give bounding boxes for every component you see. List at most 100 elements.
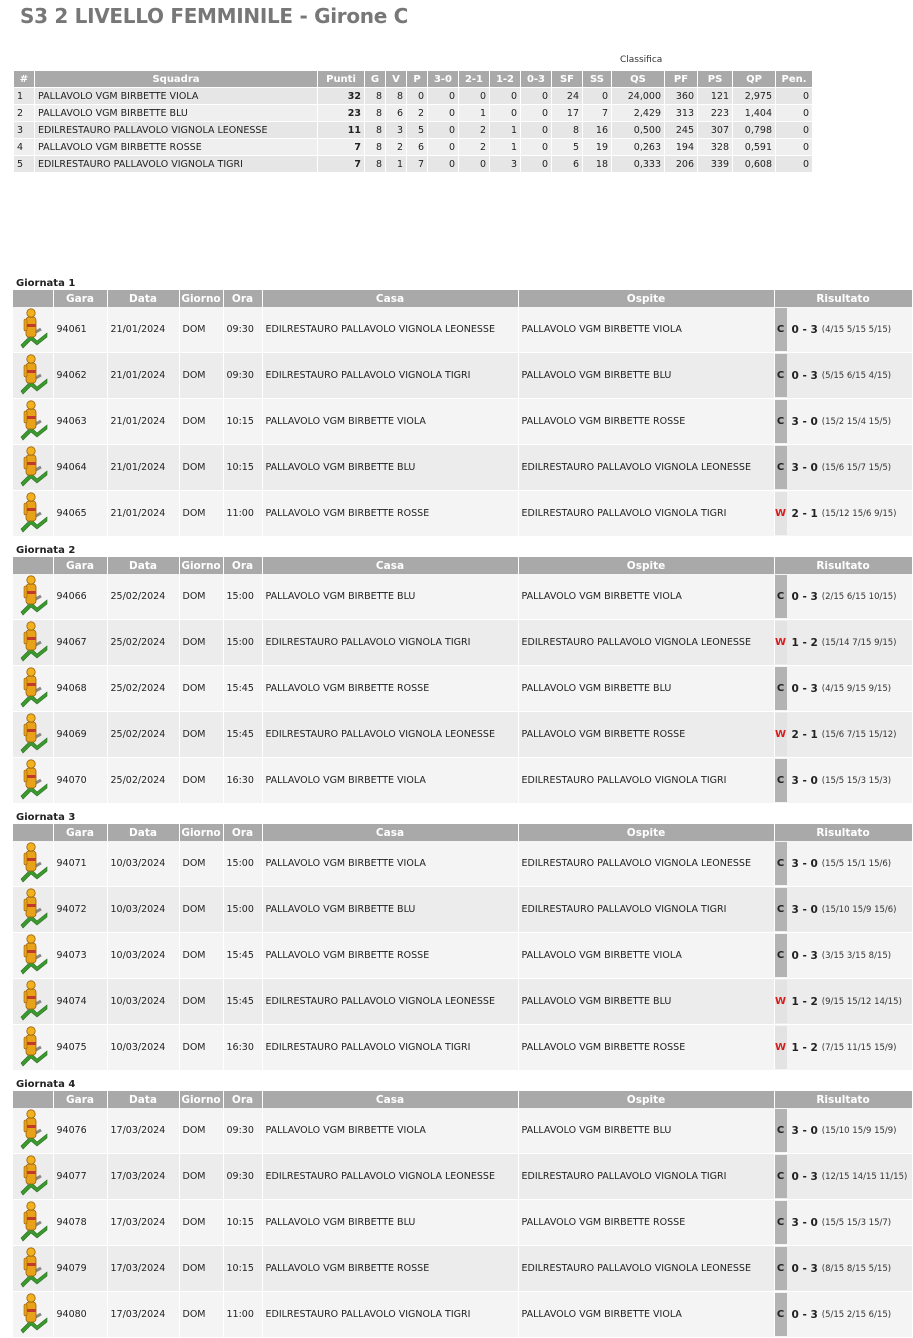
match-ospite[interactable]: PALLAVOLO VGM BIRBETTE VIOLA: [518, 574, 775, 620]
match-giorno: DOM: [179, 574, 224, 620]
match-result[interactable]: W 2 - 1 (15/12 15/6 9/15): [774, 490, 913, 537]
match-casa[interactable]: PALLAVOLO VGM BIRBETTE ROSSE: [262, 1245, 519, 1292]
standings-col-15: QP: [732, 70, 776, 88]
match-result[interactable]: C 3 - 0 (15/5 15/1 15/6): [774, 841, 913, 887]
match-casa[interactable]: EDILRESTAURO PALLAVOLO VIGNOLA TIGRI: [262, 352, 519, 399]
match-casa[interactable]: EDILRESTAURO PALLAVOLO VIGNOLA TIGRI: [262, 1024, 519, 1071]
referee-icon[interactable]: [13, 932, 54, 979]
match-ospite[interactable]: EDILRESTAURO PALLAVOLO VIGNOLA TIGRI: [518, 490, 775, 537]
referee-icon[interactable]: [13, 398, 54, 445]
match-casa[interactable]: PALLAVOLO VGM BIRBETTE BLU: [262, 886, 519, 933]
match-casa[interactable]: PALLAVOLO VGM BIRBETTE ROSSE: [262, 932, 519, 979]
team-name[interactable]: EDILRESTAURO PALLAVOLO VIGNOLA TIGRI: [34, 155, 318, 173]
match-casa[interactable]: EDILRESTAURO PALLAVOLO VIGNOLA LEONESSE: [262, 307, 519, 353]
match-casa[interactable]: EDILRESTAURO PALLAVOLO VIGNOLA LEONESSE: [262, 711, 519, 758]
team-name[interactable]: EDILRESTAURO PALLAVOLO VIGNOLA LEONESSE: [34, 121, 318, 139]
result-status-badge: C: [774, 1155, 787, 1198]
match-result[interactable]: W 1 - 2 (9/15 15/12 14/15): [774, 978, 913, 1025]
referee-icon[interactable]: [13, 352, 54, 399]
referee-icon[interactable]: [13, 1024, 54, 1071]
team-name[interactable]: PALLAVOLO VGM BIRBETTE VIOLA: [34, 87, 318, 105]
match-ospite[interactable]: PALLAVOLO VGM BIRBETTE ROSSE: [518, 1199, 775, 1246]
match-ospite[interactable]: PALLAVOLO VGM BIRBETTE VIOLA: [518, 1291, 775, 1338]
match-ospite[interactable]: EDILRESTAURO PALLAVOLO VIGNOLA TIGRI: [518, 1153, 775, 1200]
match-ospite[interactable]: EDILRESTAURO PALLAVOLO VIGNOLA TIGRI: [518, 886, 775, 933]
calendar-table: Gara Data Giorno Ora Casa Ospite Risultato 940…: [13, 290, 913, 537]
match-result[interactable]: C 0 - 3 (8/15 8/15 5/15): [774, 1245, 913, 1292]
referee-icon[interactable]: [13, 307, 54, 353]
match-result[interactable]: C 3 - 0 (15/5 15/3 15/7): [774, 1199, 913, 1246]
referee-icon[interactable]: [13, 1153, 54, 1200]
match-casa[interactable]: PALLAVOLO VGM BIRBETTE ROSSE: [262, 490, 519, 537]
match-result[interactable]: C 3 - 0 (15/10 15/9 15/6): [774, 886, 913, 933]
match-ospite[interactable]: EDILRESTAURO PALLAVOLO VIGNOLA LEONESSE: [518, 841, 775, 887]
referee-icon[interactable]: [13, 444, 54, 491]
match-result[interactable]: C 0 - 3 (5/15 6/15 4/15): [774, 352, 913, 399]
match-ospite[interactable]: PALLAVOLO VGM BIRBETTE ROSSE: [518, 711, 775, 758]
referee-icon[interactable]: [13, 886, 54, 933]
referee-icon[interactable]: [13, 1108, 54, 1154]
match-casa[interactable]: EDILRESTAURO PALLAVOLO VIGNOLA TIGRI: [262, 619, 519, 666]
match-casa[interactable]: EDILRESTAURO PALLAVOLO VIGNOLA TIGRI: [262, 1291, 519, 1338]
team-name[interactable]: PALLAVOLO VGM BIRBETTE ROSSE: [34, 138, 318, 156]
match-casa[interactable]: PALLAVOLO VGM BIRBETTE ROSSE: [262, 665, 519, 712]
referee-icon[interactable]: [13, 978, 54, 1025]
match-giorno: DOM: [179, 757, 224, 804]
match-casa[interactable]: PALLAVOLO VGM BIRBETTE VIOLA: [262, 757, 519, 804]
match-ospite[interactable]: PALLAVOLO VGM BIRBETTE BLU: [518, 352, 775, 399]
referee-icon[interactable]: [13, 619, 54, 666]
match-ospite[interactable]: PALLAVOLO VGM BIRBETTE VIOLA: [518, 932, 775, 979]
match-ospite[interactable]: PALLAVOLO VGM BIRBETTE BLU: [518, 665, 775, 712]
match-casa[interactable]: EDILRESTAURO PALLAVOLO VIGNOLA LEONESSE: [262, 1153, 519, 1200]
match-ospite[interactable]: EDILRESTAURO PALLAVOLO VIGNOLA LEONESSE: [518, 1245, 775, 1292]
referee-icon[interactable]: [13, 490, 54, 537]
match-result[interactable]: C 3 - 0 (15/6 15/7 15/5): [774, 444, 913, 491]
referee-icon[interactable]: [13, 757, 54, 804]
match-casa[interactable]: PALLAVOLO VGM BIRBETTE BLU: [262, 444, 519, 491]
match-ospite[interactable]: PALLAVOLO VGM BIRBETTE BLU: [518, 1108, 775, 1154]
referee-icon[interactable]: [13, 1199, 54, 1246]
referee-icon[interactable]: [13, 711, 54, 758]
match-result[interactable]: C 3 - 0 (15/10 15/9 15/9): [774, 1108, 913, 1154]
match-result[interactable]: C 0 - 3 (4/15 9/15 9/15): [774, 665, 913, 712]
match-result[interactable]: W 1 - 2 (15/14 7/15 9/15): [774, 619, 913, 666]
match-ospite[interactable]: EDILRESTAURO PALLAVOLO VIGNOLA TIGRI: [518, 757, 775, 804]
standings-cell: 0: [582, 87, 612, 105]
referee-icon[interactable]: [13, 665, 54, 712]
match-casa[interactable]: PALLAVOLO VGM BIRBETTE VIOLA: [262, 1108, 519, 1154]
match-result[interactable]: W 1 - 2 (7/15 11/15 15/9): [774, 1024, 913, 1071]
match-casa[interactable]: PALLAVOLO VGM BIRBETTE VIOLA: [262, 398, 519, 445]
match-gara: 94074: [53, 978, 108, 1025]
match-result[interactable]: C 0 - 3 (2/15 6/15 10/15): [774, 574, 913, 620]
match-casa[interactable]: PALLAVOLO VGM BIRBETTE VIOLA: [262, 841, 519, 887]
match-ospite[interactable]: PALLAVOLO VGM BIRBETTE BLU: [518, 978, 775, 1025]
match-result[interactable]: C 0 - 3 (3/15 3/15 8/15): [774, 932, 913, 979]
referee-icon[interactable]: [13, 1291, 54, 1338]
match-ospite[interactable]: EDILRESTAURO PALLAVOLO VIGNOLA LEONESSE: [518, 619, 775, 666]
calendar-table: Gara Data Giorno Ora Casa Ospite Risultato 940…: [13, 824, 913, 1071]
match-row: 94071 10/03/2024 DOM 15:00 PALLAVOLO VGM BIR…: [13, 841, 913, 887]
match-result[interactable]: W 2 - 1 (15/6 7/15 15/12): [774, 711, 913, 758]
match-casa[interactable]: PALLAVOLO VGM BIRBETTE BLU: [262, 574, 519, 620]
match-result[interactable]: C 0 - 3 (4/15 5/15 5/15): [774, 307, 913, 353]
result-set-scores: (15/10 15/9 15/6): [821, 904, 897, 915]
standings-col-11: SS: [582, 70, 612, 88]
match-ospite[interactable]: PALLAVOLO VGM BIRBETTE VIOLA: [518, 307, 775, 353]
match-result[interactable]: C 3 - 0 (15/2 15/4 15/5): [774, 398, 913, 445]
match-gara: 94077: [53, 1153, 108, 1200]
match-ospite[interactable]: EDILRESTAURO PALLAVOLO VIGNOLA LEONESSE: [518, 444, 775, 491]
match-result[interactable]: C 0 - 3 (5/15 2/15 6/15): [774, 1291, 913, 1338]
match-casa[interactable]: PALLAVOLO VGM BIRBETTE BLU: [262, 1199, 519, 1246]
standings-cell: 3: [385, 121, 407, 139]
referee-icon[interactable]: [13, 1245, 54, 1292]
team-name[interactable]: PALLAVOLO VGM BIRBETTE BLU: [34, 104, 318, 122]
referee-icon[interactable]: [13, 574, 54, 620]
match-ospite[interactable]: PALLAVOLO VGM BIRBETTE ROSSE: [518, 398, 775, 445]
referee-icon[interactable]: [13, 841, 54, 887]
match-result[interactable]: C 3 - 0 (15/5 15/3 15/3): [774, 757, 913, 804]
match-ospite[interactable]: PALLAVOLO VGM BIRBETTE ROSSE: [518, 1024, 775, 1071]
match-casa[interactable]: EDILRESTAURO PALLAVOLO VIGNOLA LEONESSE: [262, 978, 519, 1025]
match-giorno: DOM: [179, 978, 224, 1025]
match-result[interactable]: C 0 - 3 (12/15 14/15 11/15): [774, 1153, 913, 1200]
match-giorno: DOM: [179, 932, 224, 979]
